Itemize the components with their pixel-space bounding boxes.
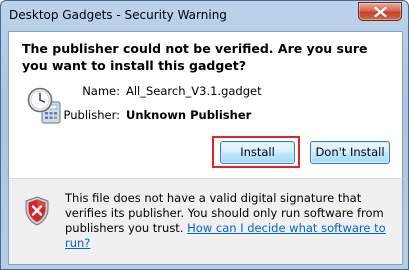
window-title: Desktop Gadgets - Security Warning <box>9 8 227 22</box>
dialog-content: The publisher could not be verified. Are… <box>8 31 403 265</box>
name-label: Name: <box>82 84 120 98</box>
security-shield-icon <box>25 196 49 226</box>
title-bar[interactable]: Desktop Gadgets - Security Warning <box>1 1 408 31</box>
publisher-value: Unknown Publisher <box>126 108 252 122</box>
close-button[interactable] <box>358 2 402 21</box>
headline-question: The publisher could not be verified. Are… <box>22 41 368 73</box>
security-warning-dialog: Desktop Gadgets - Security Warning The p… <box>0 0 409 270</box>
close-icon <box>374 7 387 17</box>
security-footer: This file does not have a valid digital … <box>9 179 402 264</box>
install-button[interactable]: Install <box>220 141 295 164</box>
publisher-label: Publisher: <box>63 108 120 122</box>
name-value: All_Search_V3.1.gadget <box>126 84 262 98</box>
dont-install-button[interactable]: Don't Install <box>310 141 390 164</box>
warning-message: This file does not have a valid digital … <box>65 191 395 251</box>
